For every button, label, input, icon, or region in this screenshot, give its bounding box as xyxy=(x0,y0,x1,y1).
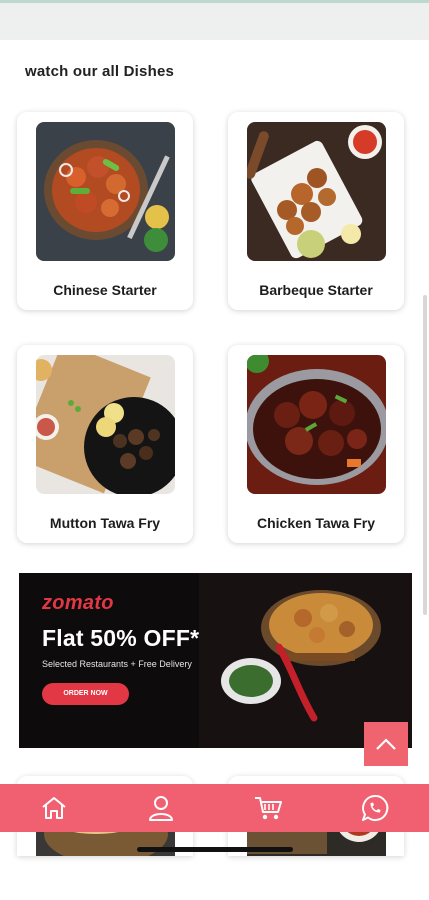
dish-card-mutton-tawa-fry[interactable]: Mutton Tawa Fry xyxy=(17,345,193,543)
dish-image-mutton-tawa-fry[interactable] xyxy=(36,355,175,494)
dish-label: Mutton Tawa Fry xyxy=(49,515,161,531)
dish-label: Chinese Starter xyxy=(53,282,157,298)
cart-icon xyxy=(255,797,282,820)
scroll-to-top-button[interactable] xyxy=(364,722,408,766)
dish-image-chinese-starter[interactable] xyxy=(36,122,175,261)
bottom-nav xyxy=(0,784,429,832)
nav-cart[interactable] xyxy=(240,786,296,830)
nav-whatsapp[interactable] xyxy=(347,786,403,830)
dish-label: Barbeque Starter xyxy=(259,282,373,298)
user-icon xyxy=(149,796,173,821)
banner-headline: Flat 50% OFF* xyxy=(42,625,200,651)
dish-image-chicken-tawa-fry[interactable] xyxy=(247,355,386,494)
dish-card-barbeque-starter[interactable]: Barbeque Starter xyxy=(228,112,404,310)
promo-banner[interactable]: zomato Flat 50% OFF* Selected Restaurant… xyxy=(19,573,412,748)
home-indicator xyxy=(137,847,293,852)
chevron-up-icon xyxy=(376,738,396,750)
home-icon xyxy=(42,797,66,819)
page-content[interactable]: watch our all Dishes Chinese Starter Bar… xyxy=(0,40,429,900)
section-title: watch our all Dishes xyxy=(25,63,175,80)
nav-home[interactable] xyxy=(26,786,82,830)
nav-profile[interactable] xyxy=(133,786,189,830)
whatsapp-icon xyxy=(362,794,389,821)
top-status-strip xyxy=(0,0,429,40)
order-now-button[interactable]: ORDER NOW xyxy=(42,683,129,705)
banner-subtext: Selected Restaurants + Free Delivery xyxy=(42,659,192,669)
scrollbar[interactable] xyxy=(423,295,427,615)
dish-image-barbeque-starter[interactable] xyxy=(247,122,386,261)
banner-brand: zomato xyxy=(42,592,114,614)
dish-card-chinese-starter[interactable]: Chinese Starter xyxy=(17,112,193,310)
dish-card-chicken-tawa-fry[interactable]: Chicken Tawa Fry xyxy=(228,345,404,543)
dish-label: Chicken Tawa Fry xyxy=(256,515,375,531)
